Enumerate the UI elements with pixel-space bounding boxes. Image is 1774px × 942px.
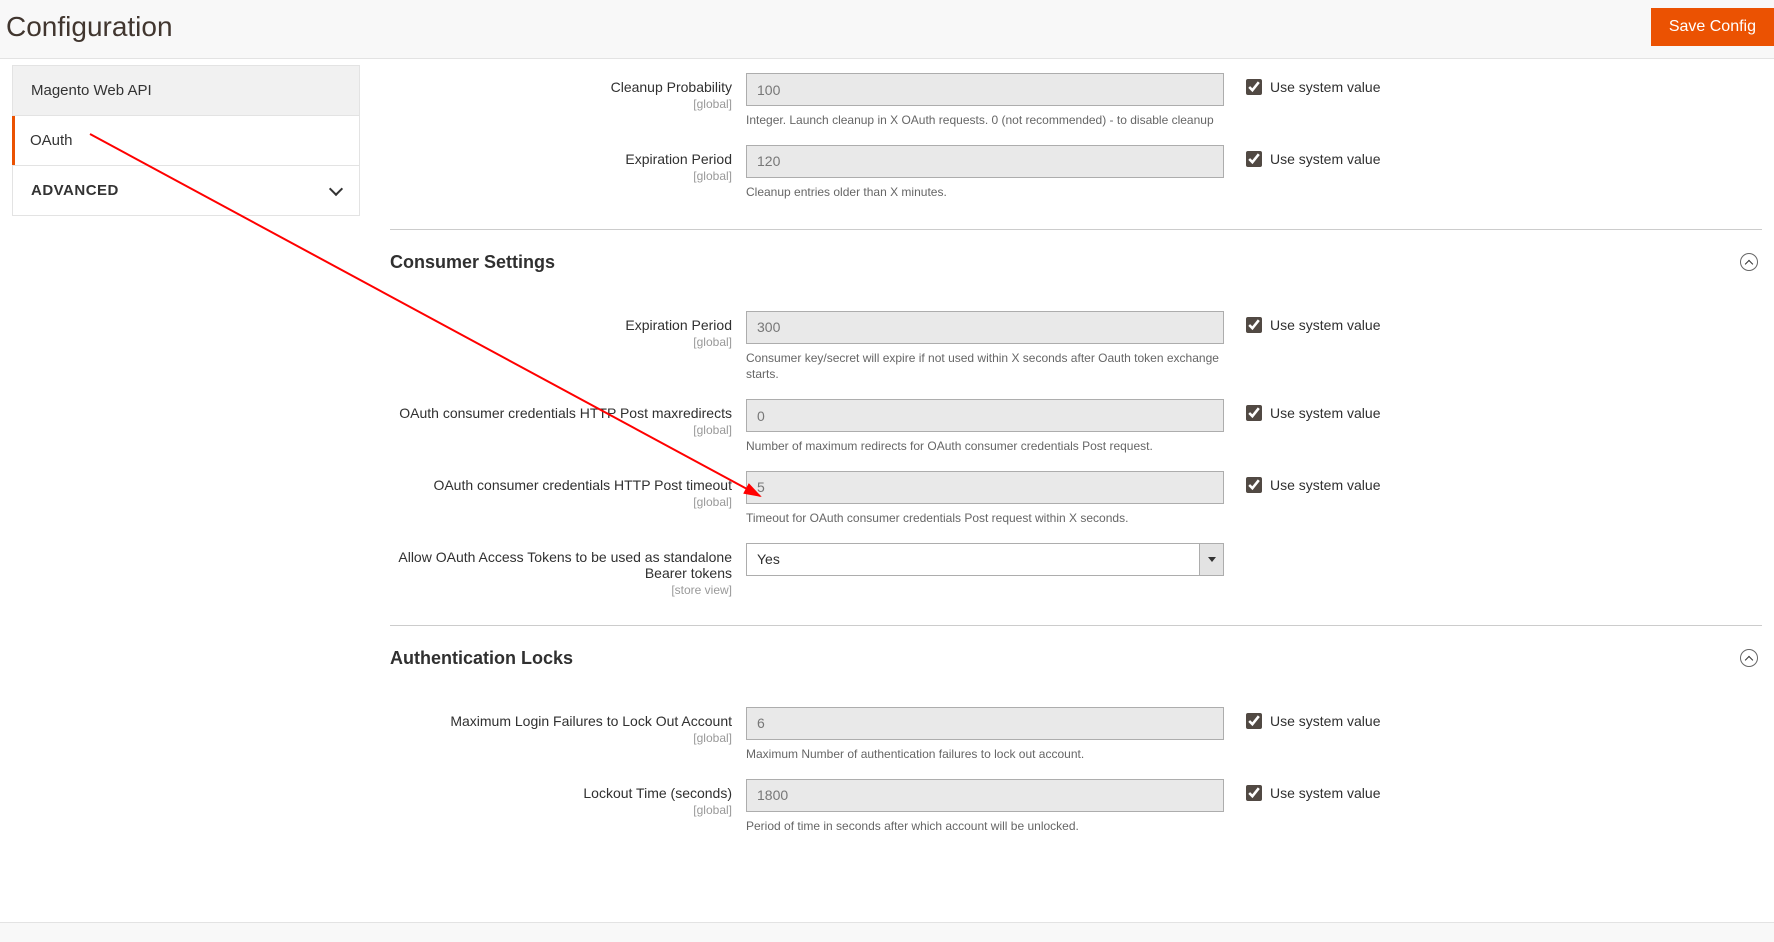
field-label: Expiration Period [global] [390,145,746,183]
field-maxredirects: OAuth consumer credentials HTTP Post max… [390,391,1762,463]
sidebar-item-advanced-label: ADVANCED [31,182,119,199]
field-label: Allow OAuth Access Tokens to be used as … [390,543,746,597]
use-system-value-label: Use system value [1270,785,1380,801]
use-system-value-checkbox[interactable] [1246,713,1262,729]
consumer-expiration-input[interactable] [746,311,1224,344]
field-post-timeout: OAuth consumer credentials HTTP Post tim… [390,463,1762,535]
max-login-failures-input[interactable] [746,707,1224,740]
use-system-value-checkbox[interactable] [1246,405,1262,421]
sidebar-item-advanced[interactable]: ADVANCED [12,165,360,216]
save-config-button[interactable]: Save Config [1651,8,1774,46]
field-hint: Period of time in seconds after which ac… [746,818,1224,835]
page-title: Configuration [6,11,173,43]
field-expiration-period: Expiration Period [global] Cleanup entri… [390,137,1762,209]
use-system-value-label: Use system value [1270,405,1380,421]
field-hint: Timeout for OAuth consumer credentials P… [746,510,1224,527]
field-label: OAuth consumer credentials HTTP Post tim… [390,471,746,509]
expiration-period-input[interactable] [746,145,1224,178]
use-system-value-label: Use system value [1270,151,1380,167]
footer-bar [0,922,1774,942]
field-max-login-failures: Maximum Login Failures to Lock Out Accou… [390,683,1762,771]
section-title: Consumer Settings [390,252,555,273]
chevron-down-icon [329,181,343,195]
field-lockout-time: Lockout Time (seconds) [global] Period o… [390,771,1762,843]
field-hint: Integer. Launch cleanup in X OAuth reque… [746,112,1224,129]
field-hint: Maximum Number of authentication failure… [746,746,1224,763]
lockout-time-input[interactable] [746,779,1224,812]
maxredirects-input[interactable] [746,399,1224,432]
field-bearer-tokens: Allow OAuth Access Tokens to be used as … [390,535,1762,605]
page-header: Configuration Save Config [0,0,1774,59]
sidebar: Magento Web API OAuth ADVANCED [0,65,360,882]
use-system-value-label: Use system value [1270,713,1380,729]
main-panel: Cleanup Probability [global] Integer. La… [360,65,1774,882]
section-header-consumer-settings[interactable]: Consumer Settings [390,229,1762,287]
sidebar-item-oauth[interactable]: OAuth [12,116,360,166]
field-hint: Number of maximum redirects for OAuth co… [746,438,1224,455]
use-system-value-label: Use system value [1270,317,1380,333]
sidebar-item-magento-web-api[interactable]: Magento Web API [12,65,360,116]
field-cleanup-probability: Cleanup Probability [global] Integer. La… [390,65,1762,137]
use-system-value-checkbox[interactable] [1246,79,1262,95]
field-hint: Cleanup entries older than X minutes. [746,184,1224,201]
section-title: Authentication Locks [390,648,573,669]
field-label: Lockout Time (seconds) [global] [390,779,746,817]
field-label: Cleanup Probability [global] [390,73,746,111]
use-system-value-checkbox[interactable] [1246,317,1262,333]
field-label: Expiration Period [global] [390,311,746,349]
use-system-value-checkbox[interactable] [1246,477,1262,493]
field-consumer-expiration: Expiration Period [global] Consumer key/… [390,287,1762,392]
use-system-value-label: Use system value [1270,79,1380,95]
use-system-value-checkbox[interactable] [1246,151,1262,167]
use-system-value-checkbox[interactable] [1246,785,1262,801]
section-header-authentication-locks[interactable]: Authentication Locks [390,625,1762,683]
use-system-value-label: Use system value [1270,477,1380,493]
collapse-icon [1740,253,1758,271]
field-hint: Consumer key/secret will expire if not u… [746,350,1224,384]
post-timeout-input[interactable] [746,471,1224,504]
field-label: OAuth consumer credentials HTTP Post max… [390,399,746,437]
field-label: Maximum Login Failures to Lock Out Accou… [390,707,746,745]
cleanup-probability-input[interactable] [746,73,1224,106]
content-area: Magento Web API OAuth ADVANCED Cleanup P… [0,59,1774,882]
collapse-icon [1740,649,1758,667]
bearer-tokens-select[interactable]: Yes [746,543,1224,576]
